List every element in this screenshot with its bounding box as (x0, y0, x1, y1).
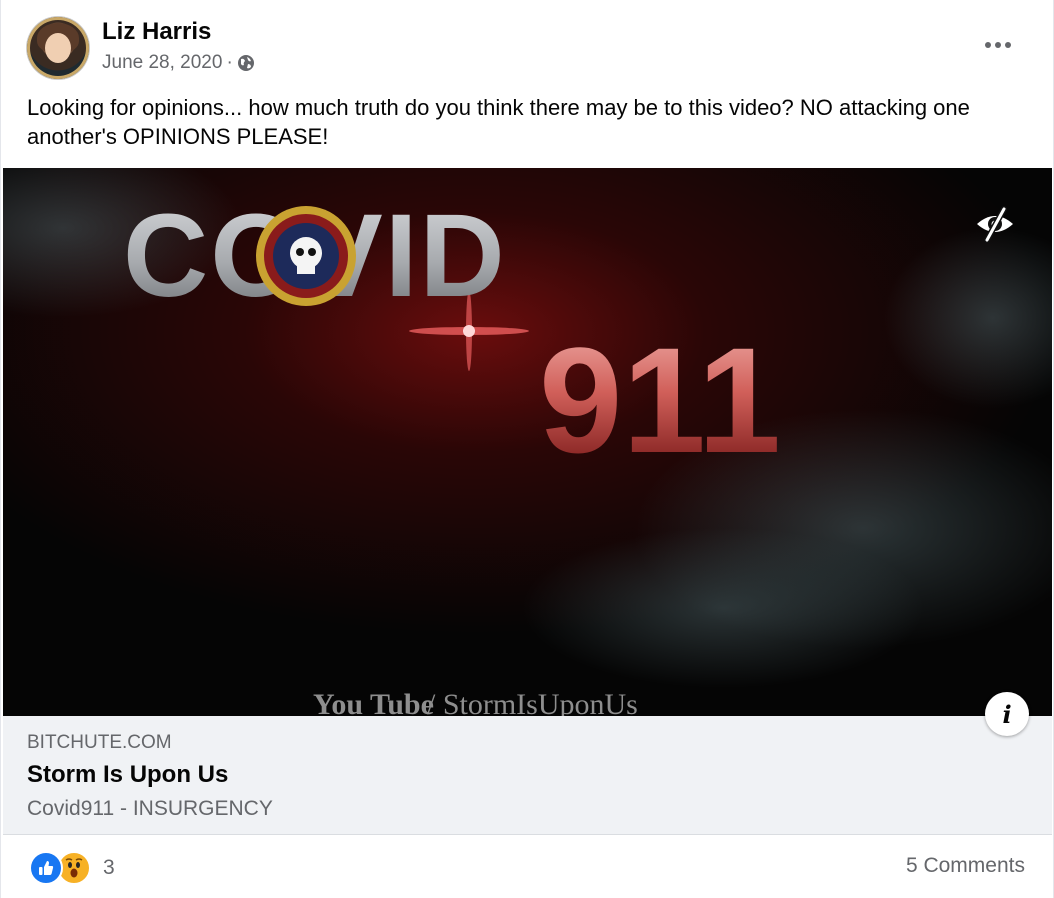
hide-media-button[interactable] (973, 204, 1017, 244)
facebook-post: Liz Harris June 28, 2020 · Looking for o… (0, 0, 1054, 898)
more-dot-icon (985, 42, 991, 48)
eye-slash-icon (977, 206, 1013, 243)
link-description: Covid911 - INSURGENCY (27, 797, 273, 820)
author-name[interactable]: Liz Harris (102, 18, 211, 46)
thumbnail-image: COVID 911 You Tube / StormIsUponUs (3, 168, 1052, 716)
skull-emblem-icon (256, 206, 356, 306)
title-911: 911 (539, 316, 781, 484)
post-text: Looking for opinions... how much truth d… (27, 95, 970, 149)
post-meta: June 28, 2020 · (102, 52, 255, 74)
more-dot-icon (995, 42, 1001, 48)
youtube-watermark: You Tube (313, 688, 434, 716)
info-icon: i (1002, 699, 1012, 729)
like-icon (29, 851, 63, 885)
link-preview[interactable]: BITCHUTE.COM Storm Is Upon Us Covid911 -… (3, 716, 1052, 835)
reaction-count: 3 (103, 856, 115, 879)
video-thumbnail[interactable]: COVID 911 You Tube / StormIsUponUs (3, 168, 1052, 716)
comments-count-link[interactable]: 5 Comments (906, 854, 1025, 878)
post-date[interactable]: June 28, 2020 (102, 52, 222, 74)
reactions-summary[interactable]: 3 (29, 851, 115, 885)
info-button[interactable]: i (985, 692, 1029, 736)
link-domain: BITCHUTE.COM (27, 732, 172, 753)
link-title: Storm Is Upon Us (27, 761, 229, 788)
more-options-button[interactable] (973, 28, 1023, 62)
author-avatar[interactable] (27, 17, 89, 79)
more-dot-icon (1005, 42, 1011, 48)
meta-separator: · (226, 52, 233, 73)
channel-watermark: / StormIsUponUs (427, 688, 638, 716)
globe-icon[interactable] (237, 54, 255, 72)
